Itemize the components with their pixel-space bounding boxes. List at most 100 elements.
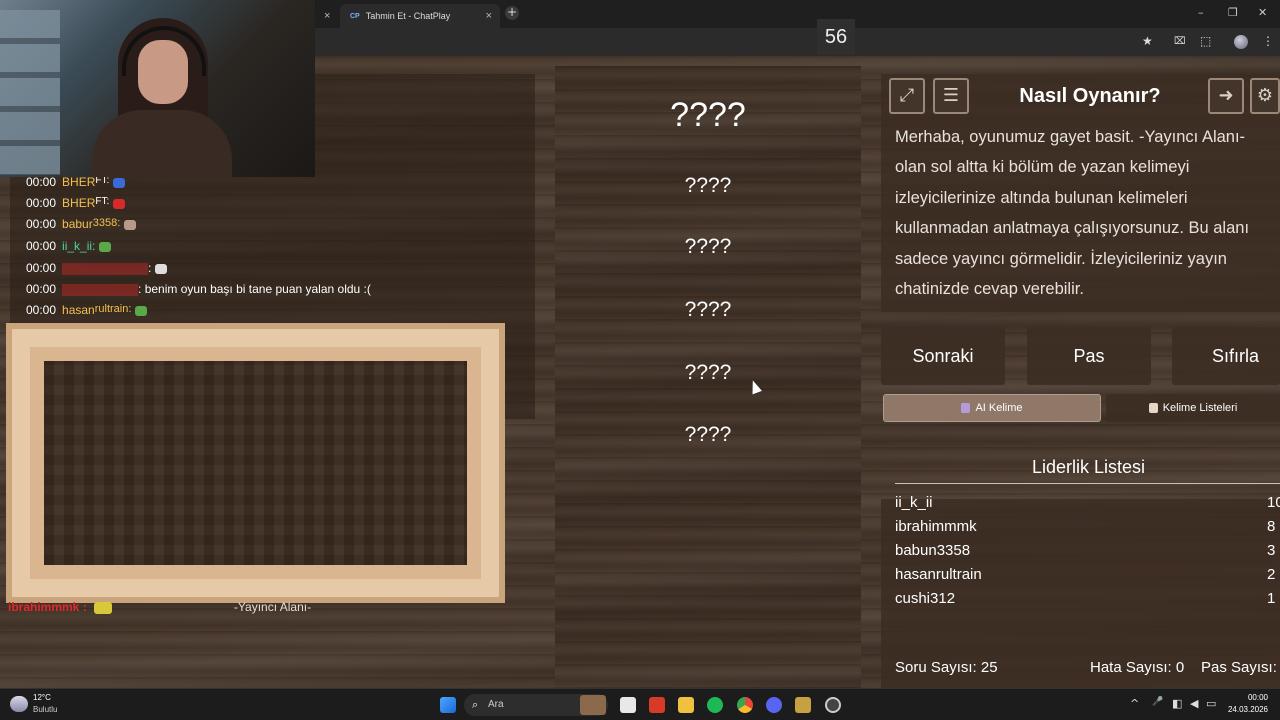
fullscreen-icon[interactable]: ⤢ (889, 78, 925, 114)
chat-time: 00:00 (26, 175, 57, 189)
chat-username-suffix: : (92, 239, 96, 253)
leaderboard-score: 2 (1267, 566, 1276, 583)
word-lists-label: Kelime Listeleri (1162, 402, 1238, 414)
leaderboard-name: ii_k_ii (895, 494, 933, 511)
tray-chevron-icon[interactable]: ^ (1130, 697, 1139, 710)
clock-date[interactable]: 24.03.2026 (1224, 705, 1268, 714)
pdf-app-icon[interactable] (649, 697, 665, 713)
chat-emote-icon (155, 263, 168, 274)
obs-icon[interactable] (825, 697, 841, 713)
word-column: ???? ???? ???? ???? ???? ???? (555, 66, 861, 688)
chat-emote-icon (99, 241, 112, 252)
chat-username-suffix: : ben (138, 282, 165, 296)
forbidden-word-1: ???? (684, 174, 732, 197)
tab-tahmin-et[interactable]: CP Tahmin Et - ChatPlay × (340, 4, 500, 28)
chrome-icon[interactable] (737, 697, 753, 713)
leaderboard-name: ibrahimmmk (895, 518, 977, 535)
chat-username-suffix: : (148, 261, 152, 275)
browser-menu-icon[interactable]: ⋮ (1262, 34, 1274, 48)
pen-app-icon[interactable] (795, 697, 811, 713)
window-close-icon[interactable]: ✕ (1258, 6, 1267, 19)
chat-emote-icon (135, 305, 148, 316)
chat-username: hasan (62, 303, 95, 317)
leaderboard-score: 1 (1267, 590, 1276, 607)
previous-tab-close-icon[interactable]: × (324, 4, 330, 28)
maximize-icon[interactable]: ❐ (1228, 6, 1238, 19)
network-icon[interactable]: ◧ (1172, 697, 1182, 710)
discord-icon[interactable] (766, 697, 782, 713)
leaderboard-title: Liderlik Listesi (1031, 457, 1146, 477)
search-placeholder: Ara (488, 699, 504, 710)
reset-button[interactable]: Sıfırla (1172, 327, 1280, 385)
streamer-area-pixelated (6, 323, 505, 603)
microphone-icon[interactable]: 🎤 (1152, 697, 1163, 707)
weather-description[interactable]: Bulutlu (33, 705, 57, 714)
leaderboard-name: cushi312 (895, 590, 956, 607)
search-highlight-icon[interactable] (580, 695, 606, 715)
leaderboard-score: 8 (1267, 518, 1276, 535)
translate-icon[interactable]: ⌧ (1174, 36, 1186, 47)
exit-icon[interactable]: ➜ (1208, 78, 1244, 114)
bookmark-star-icon[interactable]: ★ (1142, 34, 1153, 48)
chat-username-suffix: 3358: (92, 217, 121, 229)
how-to-play-text: Merhaba, oyunumuz gayet basit. -Yayıncı … (895, 128, 1250, 299)
question-count: Soru Sayısı: 25 (895, 659, 998, 676)
ai-word-label: AI Kelime (975, 402, 1023, 414)
chat-message: 00:00 ii_k_ii: (26, 239, 112, 257)
leaderboard-row: babun3358 3 (895, 542, 1280, 562)
weather-temperature[interactable]: 12°C (33, 693, 51, 702)
windows-start-icon[interactable] (440, 697, 456, 713)
settings-gear-icon[interactable]: ⚙ (1250, 78, 1280, 114)
new-tab-button[interactable]: + (505, 6, 519, 20)
tab-title: Tahmin Et - ChatPlay (365, 11, 451, 21)
search-icon: ⌕ (472, 699, 479, 711)
chat-message: 00:00 babur3358: (26, 217, 137, 235)
chat-time: 00:00 (26, 217, 57, 231)
word-lists-button[interactable]: Kelime Listeleri (1106, 394, 1280, 422)
redacted-username (62, 262, 149, 275)
next-button[interactable]: Sonraki (881, 327, 1005, 385)
chat-time: 00:00 (26, 303, 57, 317)
windows-taskbar: 12°C Bulutlu ⌕ Ara ^ 🎤 ◧ ◀ ▭ 00:00 24.03… (0, 688, 1280, 720)
chat-username: babur (62, 217, 93, 231)
round-timer: 56 (817, 19, 855, 55)
extensions-icon[interactable]: ⬚ (1200, 34, 1211, 48)
pass-button[interactable]: Pas (1027, 327, 1151, 385)
leaderboard-divider (895, 483, 1280, 484)
spotify-icon[interactable] (707, 697, 723, 713)
volume-icon[interactable]: ◀ (1190, 697, 1198, 710)
leaderboard-score: 10 (1267, 494, 1280, 511)
notes-icon[interactable]: ☰ (933, 78, 969, 114)
ai-word-button[interactable]: AI Kelime (883, 394, 1101, 422)
streamer-area-label: -Yayıncı Alanı- (233, 600, 312, 614)
chat-time: 00:00 (26, 282, 57, 296)
leaderboard-row: hasanrultrain 2 (895, 566, 1280, 586)
chatplay-favicon-icon: CP (350, 12, 360, 20)
clipboard-icon (1148, 403, 1158, 413)
chat-username: BHER (62, 175, 96, 189)
robot-icon (961, 403, 971, 413)
task-view-icon[interactable] (620, 697, 636, 713)
chat-message: 00:00 BHERFT: (26, 196, 126, 214)
webcam-overlay (0, 0, 315, 177)
bottom-chat-username: ibrahimmmk : (8, 600, 113, 614)
file-explorer-icon[interactable] (678, 697, 694, 713)
tab-close-icon[interactable]: × (486, 10, 492, 22)
leaderboard-score: 3 (1267, 542, 1276, 559)
chat-emote-icon (94, 601, 113, 614)
forbidden-word-5: ???? (684, 423, 732, 446)
minimize-icon[interactable]: – (1198, 6, 1204, 19)
chat-username-suffix: FT: (95, 196, 110, 207)
battery-icon[interactable]: ▭ (1206, 697, 1216, 710)
pass-count: Pas Sayısı: 2 (1201, 659, 1280, 676)
profile-avatar[interactable] (1234, 35, 1248, 49)
chat-emote-icon (124, 219, 137, 230)
leaderboard-row: ii_k_ii 10 (895, 494, 1280, 514)
chat-time: 00:00 (26, 261, 57, 275)
leaderboard-name: hasanrultrain (895, 566, 982, 583)
weather-cloud-icon[interactable] (10, 696, 28, 712)
clock-time[interactable]: 00:00 (1240, 693, 1268, 702)
chat-message: 00:00 BHERFT: (26, 175, 126, 193)
chat-message-text: im oyun başı bi tane puan yalan oldu :( (164, 282, 371, 296)
chat-time: 00:00 (26, 239, 57, 253)
